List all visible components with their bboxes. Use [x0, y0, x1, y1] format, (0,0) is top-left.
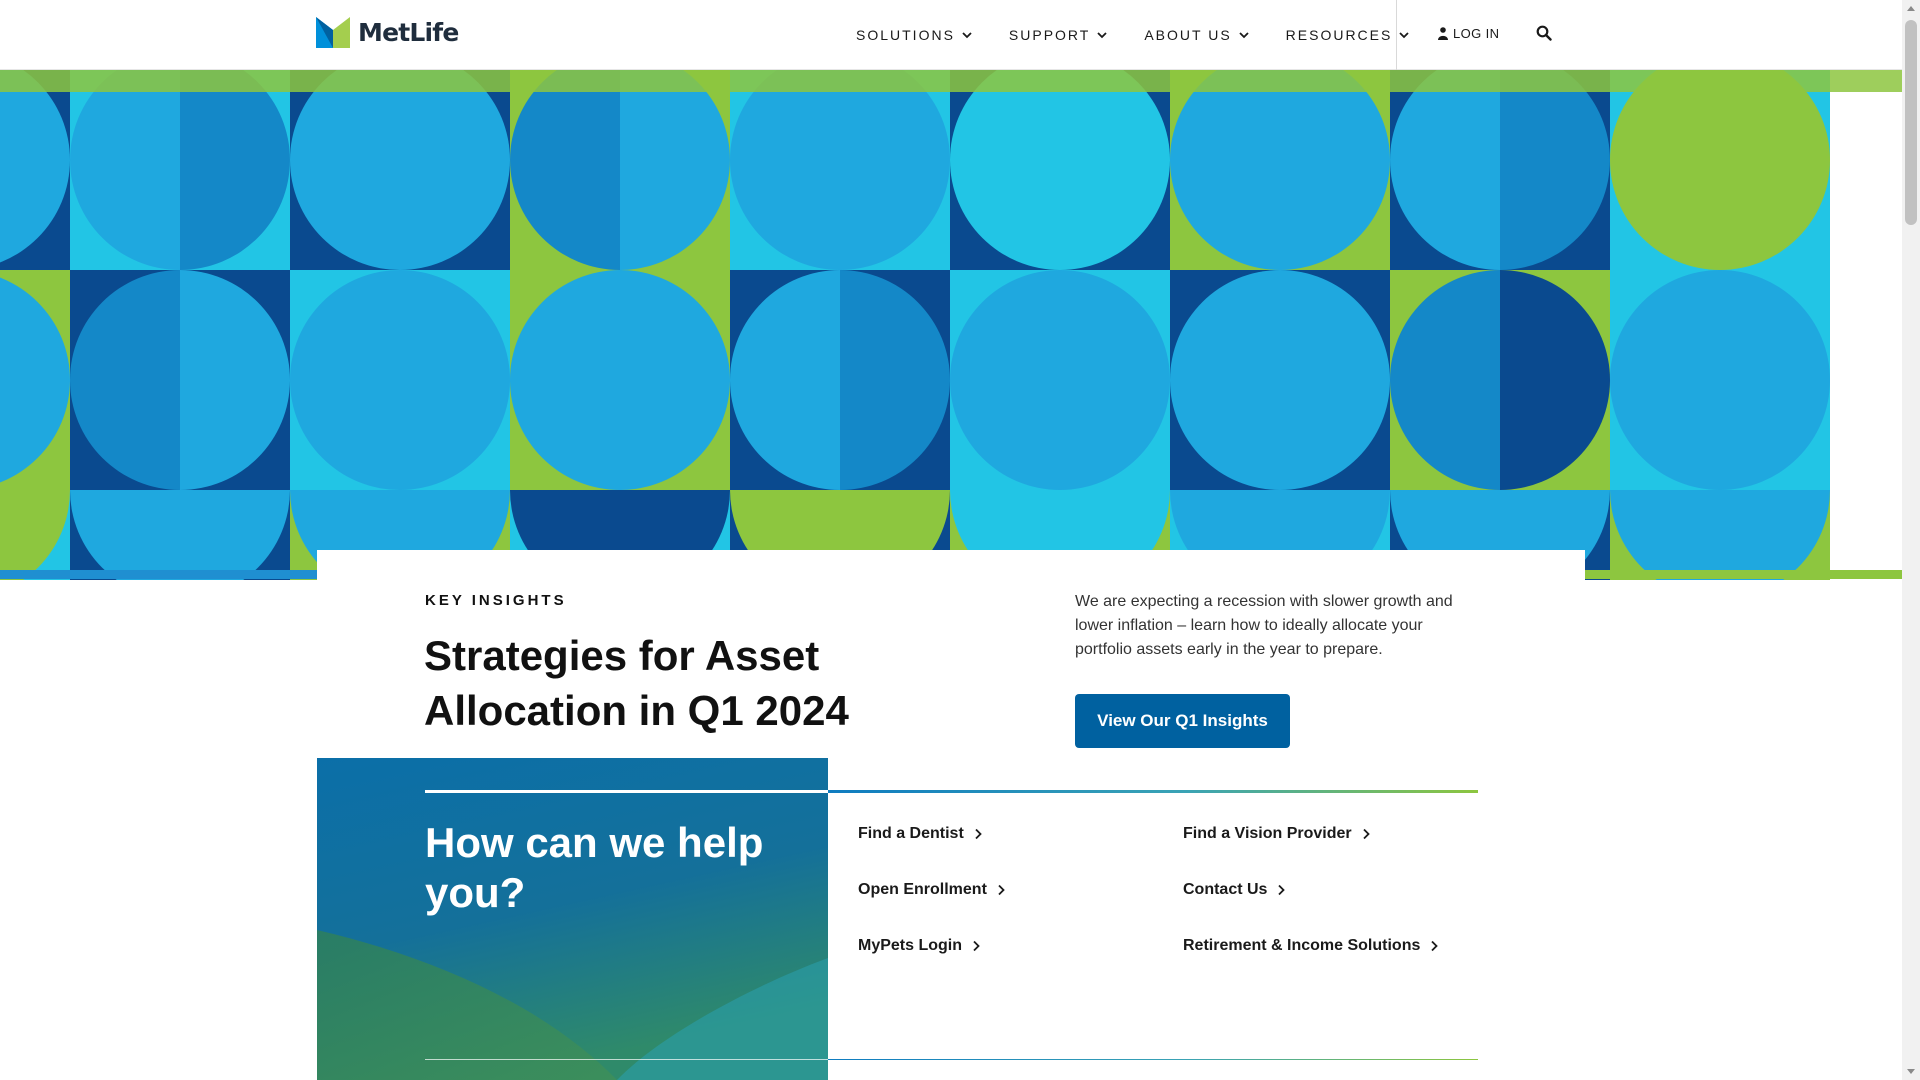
nav-solutions[interactable]: SOLUTIONS [856, 27, 973, 43]
link-label: Find a Vision Provider [1183, 825, 1352, 842]
link-label: Open Enrollment [858, 881, 987, 898]
link-mypets-login[interactable]: MyPets Login [858, 937, 980, 955]
view-insights-button[interactable]: View Our Q1 Insights [1075, 694, 1290, 748]
insight-eyebrow: KEY INSIGHTS [425, 592, 567, 609]
hero-pattern-tile [0, 70, 70, 270]
site-header: MetLife SOLUTIONS SUPPORT ABOUT US RESOU… [0, 0, 1902, 70]
link-retirement-income-solutions[interactable]: Retirement & Income Solutions [1183, 937, 1439, 955]
scroll-up-arrow-icon[interactable] [1907, 6, 1915, 11]
page-scrollbar[interactable] [1902, 0, 1920, 1080]
metlife-logo[interactable]: MetLife [316, 17, 459, 48]
hero-pattern-tile [730, 70, 950, 270]
insight-summary: We are expecting a recession with slower… [1075, 593, 1453, 658]
help-bottom-divider [425, 1059, 828, 1060]
chevron-right-icon [1431, 940, 1439, 952]
hero-pattern-graphic [0, 70, 1902, 580]
chevron-down-icon [962, 32, 972, 39]
link-open-enrollment[interactable]: Open Enrollment [858, 881, 1005, 899]
chevron-right-icon [998, 884, 1005, 896]
link-find-a-vision-provider[interactable]: Find a Vision Provider [1183, 825, 1370, 843]
hero-pattern-tile [70, 270, 290, 490]
insight-headline: Strategies for Asset Allocation in Q1 20… [424, 632, 849, 734]
chevron-right-icon [975, 828, 982, 840]
help-divider-gradient [828, 790, 1478, 793]
link-label: MyPets Login [858, 937, 963, 954]
link-label: Retirement & Income Solutions [1183, 937, 1421, 954]
hero-top-band [0, 70, 1902, 92]
scroll-down-arrow-icon[interactable] [1907, 1069, 1915, 1074]
hero-pattern-tile [0, 270, 70, 490]
chevron-right-icon [1363, 828, 1370, 840]
help-bottom-divider-gradient [828, 1059, 1478, 1060]
hero-pattern-tile [1170, 70, 1390, 270]
link-find-a-dentist[interactable]: Find a Dentist [858, 825, 982, 843]
hero-pattern-tile [1390, 70, 1610, 270]
help-title: How can we help you? [425, 819, 764, 916]
primary-nav: SOLUTIONS SUPPORT ABOUT US RESOURCES [856, 0, 1446, 70]
hero-pattern-tile [70, 70, 290, 270]
login-button[interactable]: LOG IN [1438, 26, 1499, 41]
nav-label: ABOUT US [1144, 27, 1232, 43]
search-icon [1536, 25, 1552, 41]
nav-resources[interactable]: RESOURCES [1286, 27, 1411, 43]
nav-divider [1396, 0, 1397, 70]
nav-support[interactable]: SUPPORT [1009, 27, 1108, 43]
link-label: Contact Us [1183, 881, 1268, 898]
hero-pattern-tile [1610, 270, 1830, 490]
chevron-down-icon [1097, 32, 1107, 39]
hero-pattern [0, 70, 1902, 580]
hero-pattern-tile [1170, 270, 1390, 490]
chevron-right-icon [1278, 884, 1286, 896]
hero-pattern-tile [950, 270, 1170, 490]
search-button[interactable] [1536, 25, 1552, 41]
help-panel-background [317, 758, 828, 1080]
nav-about-us[interactable]: ABOUT US [1144, 27, 1249, 43]
hero-pattern-tile [510, 270, 730, 490]
help-panel-gradient [317, 758, 828, 1080]
hero-pattern-tile [1610, 70, 1830, 270]
logo-text: MetLife [358, 18, 459, 47]
link-contact-us[interactable]: Contact Us [1183, 881, 1286, 899]
scrollbar-thumb[interactable] [1905, 20, 1917, 225]
metlife-logo-mark [316, 17, 350, 48]
chevron-right-icon [973, 940, 980, 952]
hero-pattern-tile [70, 490, 290, 580]
nav-label: SOLUTIONS [856, 27, 955, 43]
hero-pattern-tile [1610, 490, 1830, 580]
user-icon [1438, 27, 1448, 40]
hero-accent-bar-green [1585, 570, 1902, 579]
help-divider-white [425, 790, 828, 793]
hero-pattern-tile [290, 270, 510, 490]
hero-pattern-tile [730, 270, 950, 490]
hero-pattern-tile [0, 490, 70, 580]
hero-accent-bar-blue [0, 570, 318, 579]
hero-pattern-tile [510, 70, 730, 270]
hero-pattern-tile [1390, 270, 1610, 490]
nav-label: SUPPORT [1008, 27, 1091, 43]
nav-label: RESOURCES [1285, 27, 1393, 43]
chevron-down-icon [1239, 32, 1249, 39]
login-label: LOG IN [1453, 26, 1500, 41]
hero-pattern-tile [290, 70, 510, 270]
link-label: Find a Dentist [858, 825, 964, 842]
hero-pattern-tile [950, 70, 1170, 270]
chevron-down-icon [1399, 32, 1409, 39]
